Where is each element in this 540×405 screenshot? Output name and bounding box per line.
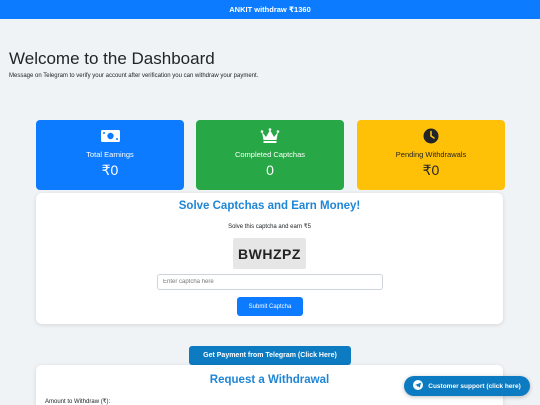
page-title: Welcome to the Dashboard — [9, 49, 215, 68]
captcha-code: BWHZPZ — [238, 245, 301, 262]
captcha-card: Solve Captchas and Earn Money! Solve thi… — [36, 193, 503, 324]
stat-card-total-earnings: Total Earnings ₹0 — [36, 120, 184, 190]
telegram-icon — [413, 380, 424, 392]
submit-captcha-button[interactable]: Submit Captcha — [237, 297, 303, 316]
stat-value: ₹0 — [101, 162, 119, 178]
captcha-image: BWHZPZ — [233, 238, 306, 269]
stat-label: Pending Withdrawals — [395, 150, 467, 159]
amount-label: Amount to Withdraw (₹): — [45, 399, 111, 405]
banner-text: ANKIT withdraw ₹1360 — [229, 5, 311, 14]
announcement-banner: ANKIT withdraw ₹1360 — [0, 0, 540, 19]
stat-card-completed-captchas: Completed Captchas 0 — [196, 120, 344, 190]
money-icon — [36, 128, 184, 144]
clock-icon — [357, 128, 505, 144]
stat-label: Total Earnings — [86, 150, 134, 159]
crown-icon — [196, 128, 344, 144]
customer-support-label: Customer support (click here) — [428, 382, 521, 390]
captcha-instruction: Solve this captcha and earn ₹5 — [228, 224, 311, 230]
stat-label: Completed Captchas — [234, 150, 306, 159]
captcha-card-title: Solve Captchas and Earn Money! — [178, 200, 361, 212]
telegram-payment-button[interactable]: Get Payment from Telegram (Click Here) — [189, 346, 351, 365]
page-subtitle: Message on Telegram to verify your accou… — [9, 73, 259, 79]
customer-support-button[interactable]: Customer support (click here) — [404, 376, 530, 396]
stat-card-pending-withdrawals: Pending Withdrawals ₹0 — [357, 120, 505, 190]
stat-value: ₹0 — [422, 162, 440, 178]
captcha-input[interactable] — [157, 274, 383, 290]
stat-value: 0 — [266, 162, 274, 178]
